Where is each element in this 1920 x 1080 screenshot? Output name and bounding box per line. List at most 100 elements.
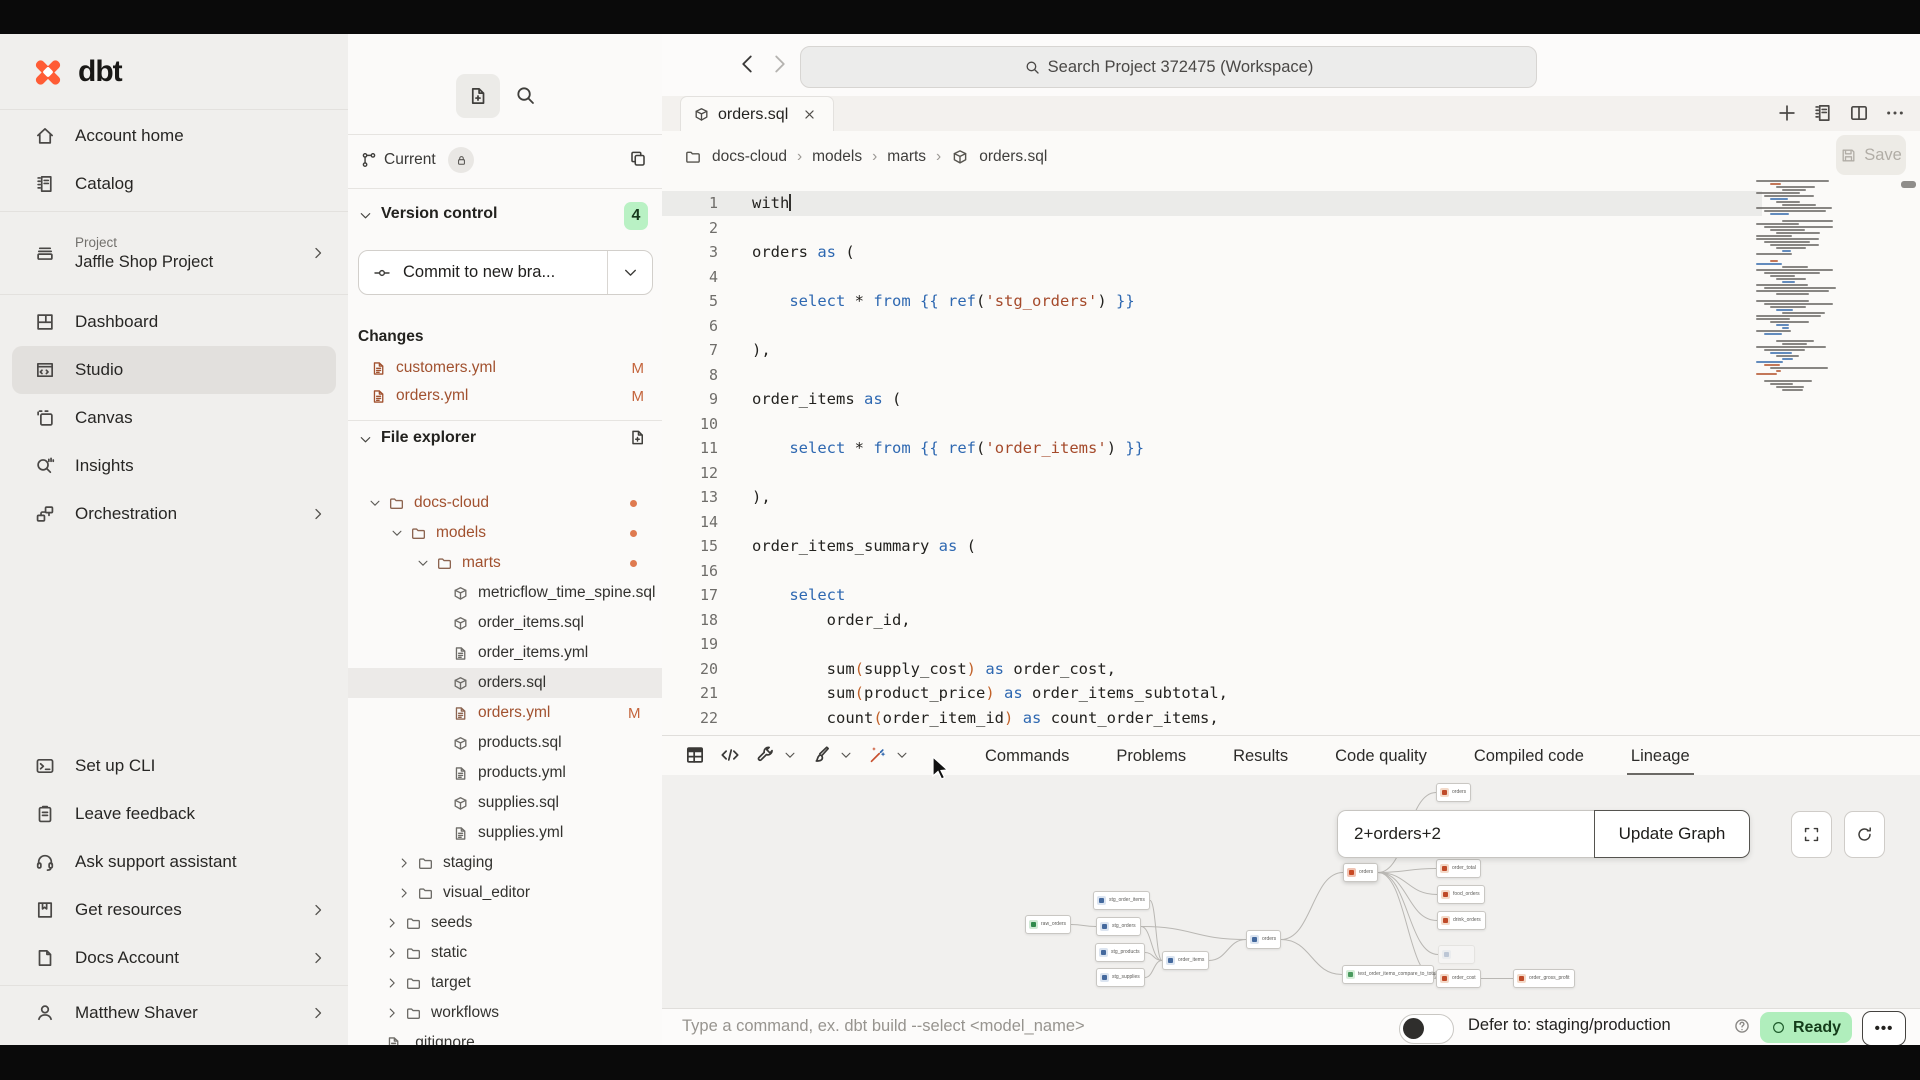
sidebar-item-project[interactable]: ProjectJaffle Shop Project: [0, 215, 348, 291]
tree-item-docs-cloud[interactable]: docs-cloud: [348, 488, 662, 518]
tree-item-orders-sql[interactable]: orders.sql: [348, 668, 662, 698]
lineage-node-m-orders[interactable]: orders: [1436, 783, 1471, 802]
sidebar-item-studio[interactable]: Studio: [12, 346, 336, 394]
refresh-graph-button[interactable]: [1844, 811, 1885, 858]
split-editor-icon[interactable]: [1848, 102, 1870, 124]
tree-item-products-sql[interactable]: products.sql: [348, 728, 662, 758]
new-tab-icon[interactable]: [1776, 102, 1798, 124]
lineage-node-ghost[interactable]: [1438, 945, 1475, 964]
tree-item-order-items-yml[interactable]: order_items.yml: [348, 638, 662, 668]
sidebar-item-insights[interactable]: Insights: [0, 442, 348, 490]
help-icon[interactable]: [1733, 1017, 1751, 1035]
format-icon[interactable]: [810, 744, 832, 766]
sidebar-item-docs-account[interactable]: Docs Account: [0, 934, 348, 982]
tab-orders-sql[interactable]: orders.sql: [680, 96, 834, 132]
chevron-right-icon[interactable]: [385, 916, 399, 930]
sidebar-item-account-home[interactable]: Account home: [0, 112, 348, 160]
sidebar-item-ask-support-assistant[interactable]: Ask support assistant: [0, 838, 348, 886]
copy-branch-icon[interactable]: [628, 149, 648, 169]
lineage-node-m-order-gross-profit[interactable]: order_gross_profit: [1513, 969, 1575, 988]
code-editor[interactable]: 1with23orders as (45 select * from {{ re…: [662, 186, 1920, 740]
lineage-canvas[interactable]: 2+orders+2 Update Graph raw_ordersstg_or…: [662, 775, 1920, 1008]
chevron-down-icon[interactable]: [358, 208, 373, 223]
sidebar-item-leave-feedback[interactable]: Leave feedback: [0, 790, 348, 838]
sidebar-item-set-up-cli[interactable]: Set up CLI: [0, 742, 348, 790]
project-search-input[interactable]: Search Project 372475 (Workspace): [800, 46, 1537, 88]
tree-item-workflows[interactable]: workflows: [348, 998, 662, 1028]
command-input[interactable]: Type a command, ex. dbt build --select <…: [682, 1017, 1085, 1036]
panel-tab-results[interactable]: Results: [1233, 736, 1288, 776]
collapse-sidebar-icon[interactable]: [292, 56, 318, 82]
breadcrumb-item[interactable]: marts: [887, 148, 926, 166]
fullscreen-button[interactable]: [1791, 811, 1832, 858]
lineage-node-orders-mid[interactable]: orders: [1246, 930, 1281, 949]
tree-item-gitignore[interactable]: .gitignore: [348, 1028, 662, 1045]
editor-scrollbar[interactable]: [1901, 181, 1916, 188]
chevron-right-icon[interactable]: [397, 886, 411, 900]
lineage-selector-input[interactable]: 2+orders+2: [1337, 810, 1594, 858]
panel-tab-problems[interactable]: Problems: [1116, 736, 1186, 776]
forward-arrow-icon[interactable]: [768, 52, 792, 76]
back-arrow-icon[interactable]: [735, 52, 759, 76]
tree-item-models[interactable]: models: [348, 518, 662, 548]
panel-tab-commands[interactable]: Commands: [985, 736, 1069, 776]
tree-item-supplies-yml[interactable]: supplies.yml: [348, 818, 662, 848]
new-file-icon[interactable]: [628, 428, 647, 447]
search-files-icon[interactable]: [514, 84, 537, 107]
tree-item-staging[interactable]: staging: [348, 848, 662, 878]
close-tab-icon[interactable]: [802, 107, 817, 122]
tree-item-metricflow-time-spine-sql[interactable]: metricflow_time_spine.sql: [348, 578, 662, 608]
tree-item-target[interactable]: target: [348, 968, 662, 998]
results-table-icon[interactable]: [684, 744, 706, 766]
status-ready-badge[interactable]: Ready: [1760, 1012, 1852, 1043]
dbt-logo[interactable]: dbt: [30, 54, 122, 90]
lineage-node-stg-supplies[interactable]: stg_supplies: [1096, 968, 1145, 987]
lineage-node-test[interactable]: test_order_items_compare_to_totals_corre…: [1342, 965, 1434, 984]
lineage-node-m-drink-orders[interactable]: drink_orders: [1437, 911, 1486, 930]
save-button[interactable]: Save: [1836, 135, 1906, 175]
chevron-right-icon[interactable]: [397, 856, 411, 870]
ai-assist-icon[interactable]: [866, 744, 888, 766]
lineage-node-stg-orders[interactable]: stg_orders: [1096, 917, 1141, 936]
lineage-node-stg-products[interactable]: stg_products: [1095, 943, 1145, 962]
tree-item-products-yml[interactable]: products.yml: [348, 758, 662, 788]
lineage-node-order-items[interactable]: order_items: [1162, 951, 1209, 970]
build-tools-icon[interactable]: [754, 744, 776, 766]
sidebar-item-canvas[interactable]: Canvas: [0, 394, 348, 442]
catalog-panel-icon[interactable]: [1812, 102, 1834, 124]
breadcrumb-item[interactable]: models: [812, 148, 862, 166]
tree-item-marts[interactable]: marts: [348, 548, 662, 578]
tree-item-supplies-sql[interactable]: supplies.sql: [348, 788, 662, 818]
panel-tab-lineage[interactable]: Lineage: [1631, 736, 1690, 776]
lineage-node-stg-order-items[interactable]: stg_order_items: [1093, 891, 1150, 910]
code-preview-icon[interactable]: [719, 744, 741, 766]
chevron-down-icon[interactable]: [416, 556, 430, 570]
tree-item-orders-yml[interactable]: orders.ymlM: [348, 698, 662, 728]
chevron-down-icon[interactable]: [622, 264, 639, 281]
commit-button[interactable]: Commit to new bra...: [358, 250, 653, 295]
chevron-down-icon[interactable]: [368, 496, 382, 510]
chevron-down-icon[interactable]: [390, 526, 404, 540]
defer-toggle[interactable]: [1399, 1014, 1454, 1044]
lineage-node-m-order-total[interactable]: order_total: [1436, 859, 1481, 878]
changed-file-orders-yml[interactable]: orders.ymlM: [348, 382, 662, 410]
update-graph-button[interactable]: Update Graph: [1594, 810, 1750, 858]
tree-item-visual-editor[interactable]: visual_editor: [348, 878, 662, 908]
user-menu[interactable]: Matthew Shaver: [0, 989, 348, 1037]
changed-file-customers-yml[interactable]: customers.ymlM: [348, 354, 662, 382]
sidebar-item-dashboard[interactable]: Dashboard: [0, 298, 348, 346]
chevron-down-icon[interactable]: [358, 432, 373, 447]
panel-tab-code-quality[interactable]: Code quality: [1335, 736, 1427, 776]
sidebar-item-orchestration[interactable]: Orchestration: [0, 490, 348, 538]
breadcrumb-item[interactable]: docs-cloud: [712, 148, 787, 166]
tree-item-order-items-sql[interactable]: order_items.sql: [348, 608, 662, 638]
lineage-node-m-food-orders[interactable]: food_orders: [1437, 885, 1485, 904]
tree-item-static[interactable]: static: [348, 938, 662, 968]
tree-item-seeds[interactable]: seeds: [348, 908, 662, 938]
command-more-button[interactable]: •••: [1862, 1011, 1906, 1046]
breadcrumb-file[interactable]: orders.sql: [979, 148, 1047, 166]
chevron-right-icon[interactable]: [385, 1006, 399, 1020]
lineage-node-orders-sel[interactable]: orders: [1343, 863, 1378, 882]
sidebar-item-get-resources[interactable]: Get resources: [0, 886, 348, 934]
chevron-down-icon[interactable]: [839, 748, 853, 762]
